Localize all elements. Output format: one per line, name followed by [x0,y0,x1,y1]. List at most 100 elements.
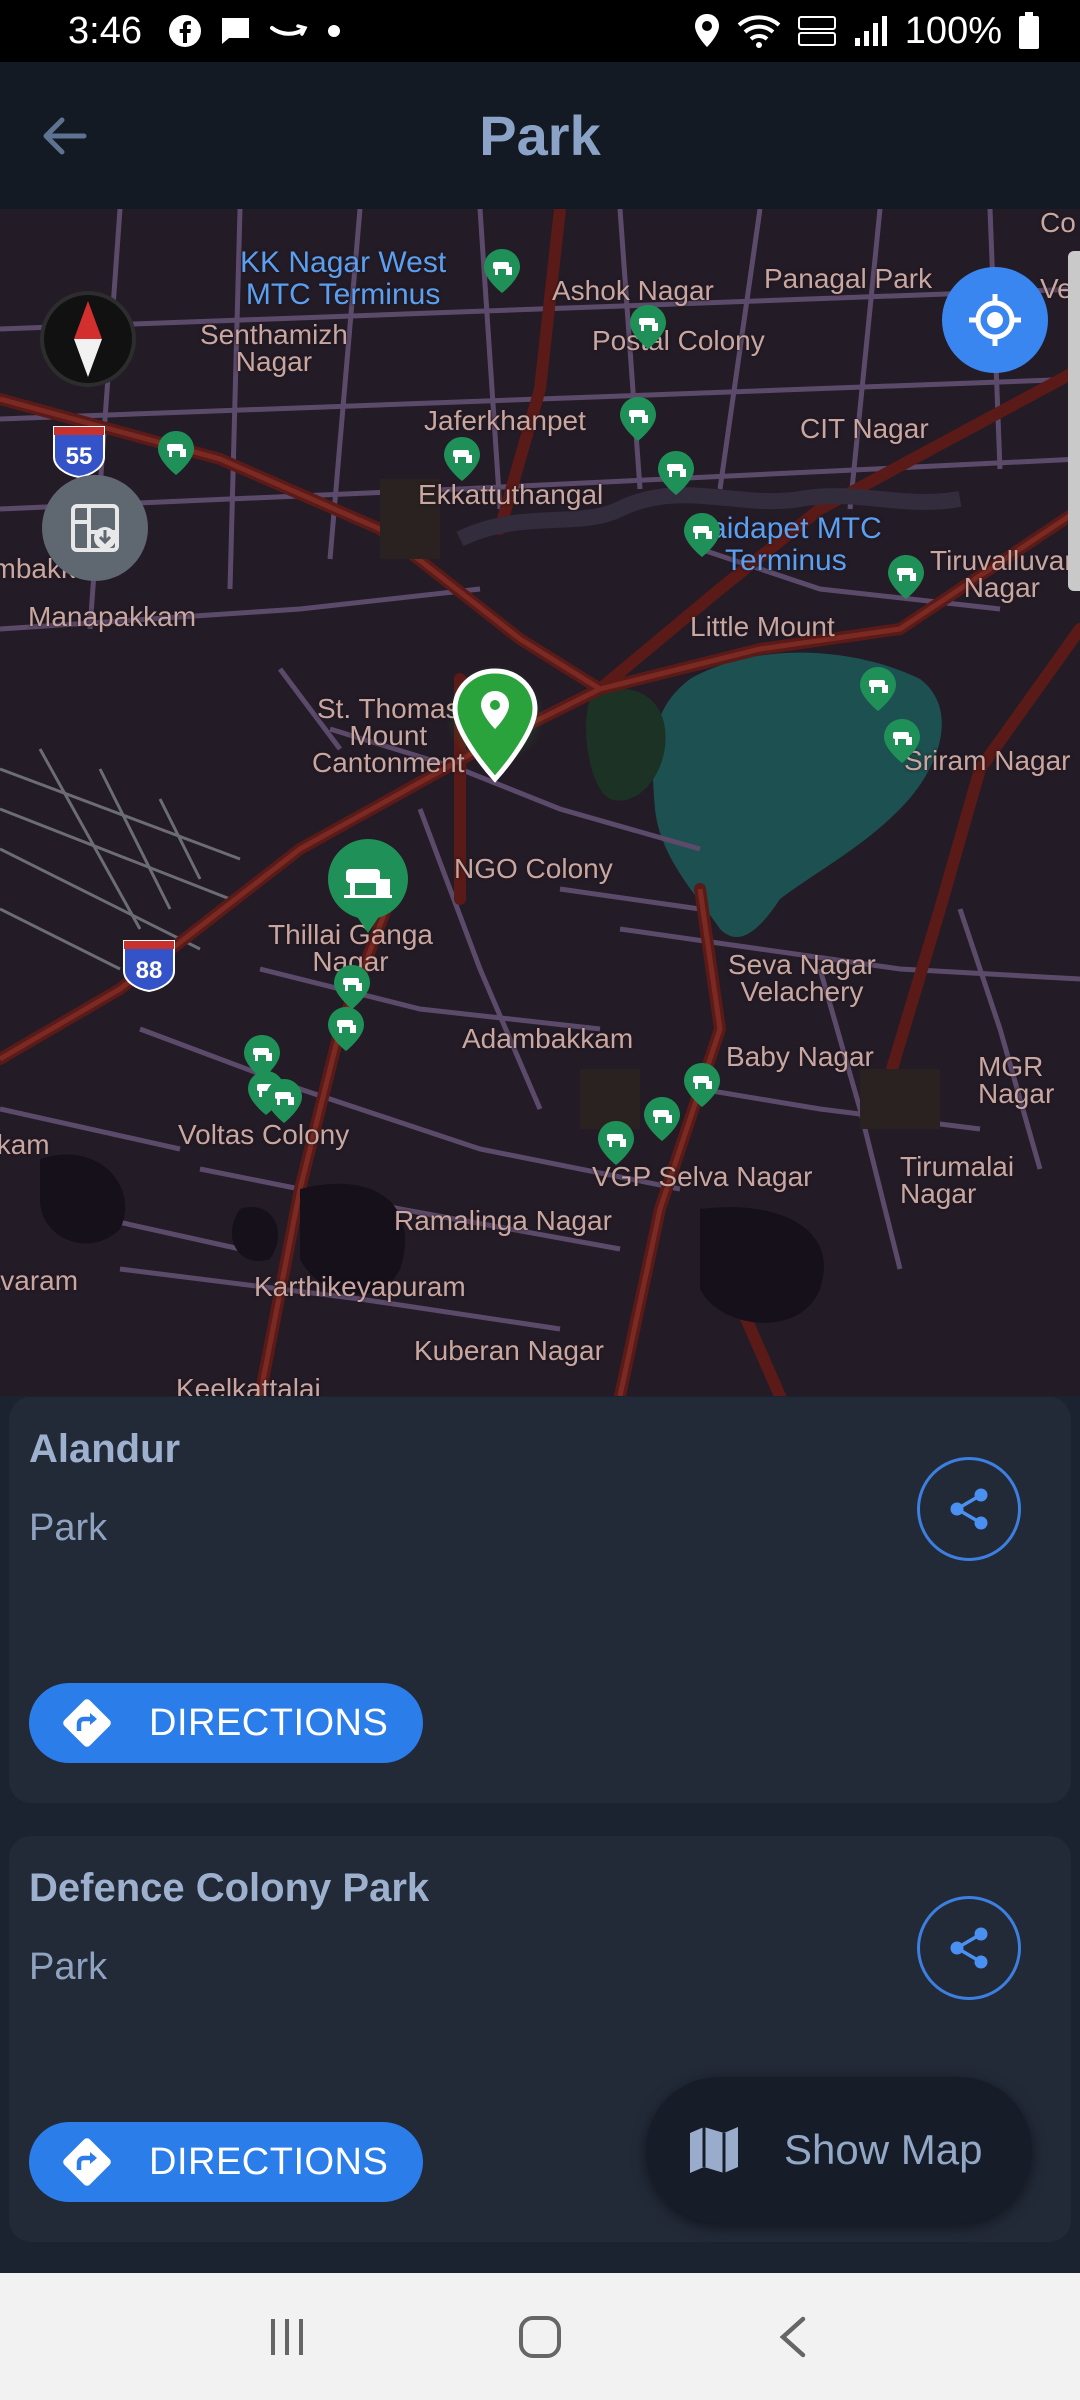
page-title: Park [479,104,601,167]
layers-download-icon [71,504,119,552]
wifi-icon [737,13,781,49]
park-pin[interactable] [858,665,898,713]
location-icon [693,13,721,49]
share-icon [950,1488,988,1530]
my-location-icon [969,294,1021,346]
home-button[interactable] [495,2292,585,2382]
my-location-button[interactable] [942,267,1048,373]
park-pin[interactable] [882,717,922,765]
park-pin[interactable] [326,1005,366,1053]
status-time: 3:46 [68,9,142,52]
directions-icon [63,1699,111,1747]
battery-icon [1018,12,1040,50]
map-label: Senthamizh Nagar [200,319,348,377]
park-pin[interactable] [886,553,926,601]
show-map-button[interactable]: Show Map [646,2077,1032,2223]
share-button[interactable] [917,1896,1021,2000]
recents-button[interactable] [242,2292,332,2382]
map-label: Tirumalai Nagar [900,1151,1015,1209]
map-label: CIT Nagar [800,413,929,444]
directions-label: DIRECTIONS [149,2140,389,2183]
map-label: Panagal Park [764,263,933,294]
side-panel-handle[interactable] [1068,251,1080,591]
map-layers-button[interactable] [42,475,148,581]
map-label: Ramalinga Nagar [394,1205,612,1236]
park-pin[interactable] [264,1077,304,1125]
map-label: Postal Colony [592,325,765,356]
park-pin[interactable] [682,511,722,559]
map-label: Baby Nagar [726,1041,874,1072]
battery-percent: 100% [904,9,1002,52]
amazon-icon [268,16,308,46]
map-label: Ashok Nagar [552,275,714,306]
park-pin[interactable] [482,247,522,295]
map-label: Co [1040,209,1076,238]
directions-button[interactable]: DIRECTIONS [29,1683,423,1763]
message-icon [218,14,252,48]
result-card[interactable]: Alandur Park DIRECTIONS [9,1397,1071,1803]
directions-label: DIRECTIONS [149,1701,389,1744]
result-title: Defence Colony Park [29,1866,430,1910]
map-label: Jaferkhanpet [424,405,586,436]
route-number: 88 [136,957,163,984]
arrow-left-icon [43,117,87,155]
directions-icon [63,2138,111,2186]
route-number: 55 [66,443,93,470]
park-pin[interactable] [656,449,696,497]
map-label: Ekkattuthangal [418,479,604,510]
signal-icon [853,14,889,48]
map-view[interactable]: KK Nagar West MTC Terminus Senthamizh Na… [0,209,1080,1396]
show-map-label: Show Map [784,2126,983,2173]
park-pin[interactable] [596,1119,636,1167]
map-label: Seva Nagar Velachery [728,949,876,1007]
map-label: Voltas Colony [178,1119,350,1150]
recents-icon [270,2318,303,2355]
dot-icon [324,21,344,41]
app-screen: 3:46 100% Park KK Nagar West MTC Terminu… [0,0,1080,2400]
map-label: Adambakkam [462,1023,634,1054]
map-label: VGP Selva Nagar [592,1161,813,1192]
status-bar-right: 100% [693,10,1040,53]
map-label: Kovilambakkam [0,1129,50,1160]
volte-icon [797,13,837,49]
park-pin[interactable] [156,429,196,477]
map-label: KK Nagar West MTC Terminus [240,246,447,311]
park-pin[interactable] [332,963,372,1011]
map-label: MGR Nagar [978,1051,1055,1109]
home-icon [518,2315,561,2358]
status-bar-left: 3:46 [68,10,344,53]
map-label: Little Mount [690,611,835,642]
compass-button[interactable] [40,291,136,387]
map-label: Manapakkam [28,601,197,632]
map-label: St. Thomas Mount Cantonment [312,693,465,778]
park-pin[interactable] [628,303,668,351]
result-title: Alandur [29,1427,181,1471]
park-pin[interactable] [618,395,658,443]
share-button[interactable] [917,1457,1021,1561]
park-pin[interactable] [442,435,482,483]
share-icon [950,1927,988,1969]
park-pin[interactable] [642,1095,682,1143]
status-bar: 3:46 100% [0,0,1080,62]
result-category: Park [29,1507,108,1549]
route-shield: 88 [120,937,178,998]
directions-button[interactable]: DIRECTIONS [29,2122,423,2202]
selected-location-pin[interactable] [445,665,545,791]
facebook-icon [168,14,202,48]
park-pin-large[interactable] [326,837,410,937]
back-button[interactable] [30,102,98,170]
map-label: Kuberan Nagar [414,1335,604,1366]
map-label: Karthikeyapuram [254,1271,466,1302]
back-nav-button[interactable] [748,2292,838,2382]
map-label: Sriram Nagar [904,745,1071,776]
back-icon [779,2316,806,2357]
map-label: Pallavaram [0,1265,79,1296]
map-icon [690,2127,738,2173]
compass-icon [74,301,102,377]
system-nav-bar [0,2273,1080,2400]
map-label: Keelkattalai [176,1373,321,1397]
app-bar: Park [0,62,1080,209]
map-label: Tiruvalluvar Nagar [930,545,1074,603]
map-label: NGO Colony [454,853,613,884]
park-pin[interactable] [682,1061,722,1109]
